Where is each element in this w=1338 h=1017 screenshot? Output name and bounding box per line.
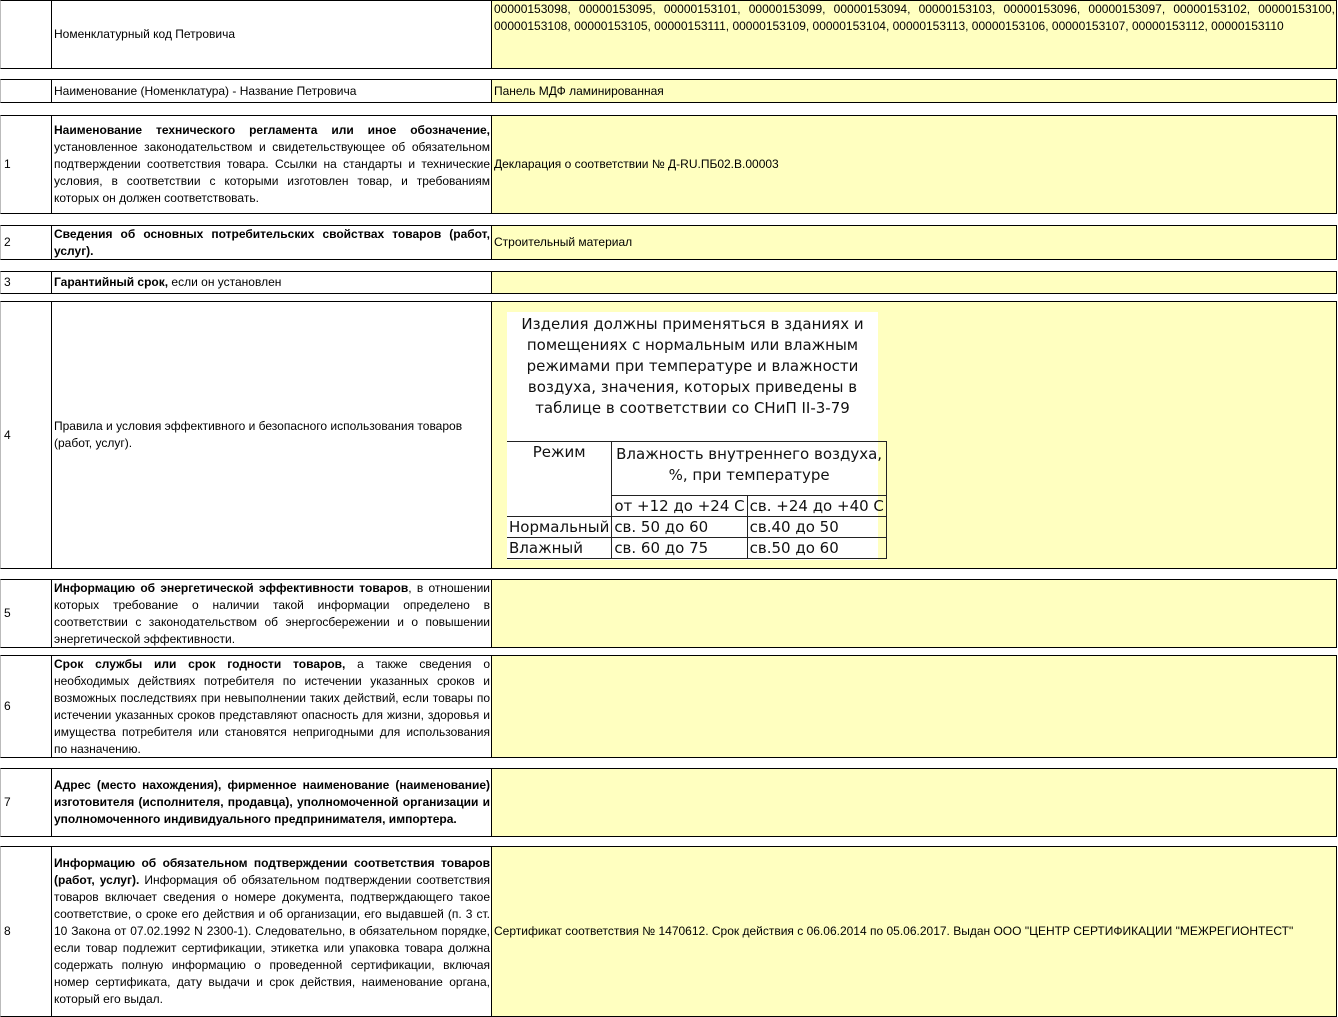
row-label: Гарантийный срок, если он установлен [54,274,490,291]
row-label: Срок службы или срок годности товаров, а… [54,656,490,757]
row-value-cell[interactable]: Декларация о соответствии № Д-RU.ПБ02.В.… [491,115,1337,214]
row-value-cell[interactable] [491,271,1337,294]
mode-cell: Нормальный [507,516,613,538]
row-6-service-life: 6 Срок службы или срок годности товаров,… [0,655,1338,758]
row-label-cell[interactable]: Наименование технического регламента или… [51,115,492,214]
row-label-cell[interactable]: Информацию об обязательном подтверждении… [51,846,492,1017]
row-number-cell: 2 [0,225,52,260]
image-heading-line: помещениях с нормальным или влажным [526,336,859,354]
row-value: Панель МДФ ламинированная [494,83,664,98]
row-value-cell[interactable] [491,655,1337,758]
row-label-bold: Срок службы или срок годности товаров, [54,656,346,671]
row-label: Сведения об основных потребительских сво… [54,226,490,259]
humidity-conditions-image: Изделия должны применяться в зданиях и п… [507,312,887,560]
row-number-cell [0,79,52,103]
row-number: 3 [4,275,11,289]
row-number-cell: 7 [0,768,52,837]
row-number: 2 [4,235,11,249]
row-value-cell[interactable]: Сертификат соответствия № 1470612. Срок … [491,846,1337,1017]
row-5-energy-efficiency: 5 Информацию об энергетической эффективн… [0,579,1338,648]
row-label: Правила и условия эффективного и безопас… [54,419,463,450]
row-2-consumer-properties: 2 Сведения об основных потребительских с… [0,225,1338,260]
image-heading: Изделия должны применяться в зданиях и п… [507,314,878,419]
row-1-technical-regulation: 1 Наименование технического регламента и… [0,115,1338,214]
row-number: 7 [4,795,11,809]
header-temp-1: от +12 до +24 С [611,495,748,517]
image-heading-line: Изделия должны применяться в зданиях и [521,315,864,333]
value-cell: св.50 до 60 [746,537,887,559]
row-nomenclature-code: Номенклатурный код Петровича 00000153098… [0,0,1338,69]
row-label-cell[interactable]: Сведения об основных потребительских сво… [51,225,492,260]
row-label: Наименование технического регламента или… [54,122,490,207]
value-cell: св. 50 до 60 [611,516,748,538]
row-value-cell[interactable]: Панель МДФ ламинированная [491,79,1337,103]
row-number: 5 [4,606,11,620]
row-label-bold: Сведения об основных потребительских сво… [54,226,490,258]
header-temp-2: св. +24 до +40 С [746,495,887,517]
row-label-bold: Наименование технического регламента или… [54,123,490,137]
row-value-cell[interactable]: 00000153098, 00000153095, 00000153101, 0… [491,0,1337,69]
row-number-cell: 6 [0,655,52,758]
row-label-cell[interactable]: Срок службы или срок годности товаров, а… [51,655,492,758]
row-number-cell: 4 [0,301,52,569]
row-label-cell[interactable]: Гарантийный срок, если он установлен [51,271,492,294]
image-heading-line: воздуха, значения, которых приведены в [527,378,858,396]
row-label-bold: Информацию об энергетической эффективнос… [54,580,409,595]
humidity-table: Режим Влажность внутреннего воздуха, %, … [507,441,887,559]
image-heading-line: режимами при температуре и влажности [526,357,859,375]
row-value-cell[interactable]: Строительный материал [491,225,1337,260]
row-number-cell: 3 [0,271,52,294]
row-value: Строительный материал [494,235,633,249]
row-label-cell[interactable]: Правила и условия эффективного и безопас… [51,301,492,569]
row-label: Адрес (место нахождения), фирменное наим… [54,777,490,828]
row-label-rest: установленное законодательством и свидет… [54,140,490,205]
row-label: Информацию об энергетической эффективнос… [54,580,490,647]
row-number-cell: 5 [0,579,52,648]
row-number-cell: 8 [0,846,52,1017]
value-cell: св.40 до 50 [746,516,887,538]
row-3-warranty: 3 Гарантийный срок, если он установлен [0,271,1338,294]
row-label-rest: Информация об обязательном подтверждении… [54,873,490,1006]
row-number: 4 [4,427,11,442]
header-mode: Режим [507,441,613,517]
row-label-bold: Адрес (место нахождения), фирменное наим… [54,778,490,826]
row-8-certification: 8 Информацию об обязательном подтвержден… [0,846,1338,1017]
row-product-name: Наименование (Номенклатура) - Название П… [0,79,1338,103]
row-value: 00000153098, 00000153095, 00000153101, 0… [494,2,1335,33]
row-7-manufacturer-address: 7 Адрес (место нахождения), фирменное на… [0,768,1338,837]
image-heading-line: таблице в соответствии со СНиП II-3-79 [535,399,850,417]
header-humidity: Влажность внутреннего воздуха, %, при те… [611,441,887,496]
row-label-cell[interactable]: Наименование (Номенклатура) - Название П… [51,79,492,103]
row-label-cell[interactable]: Номенклатурный код Петровича [51,0,492,69]
row-value-cell[interactable] [491,579,1337,648]
value-cell: св. 60 до 75 [611,537,748,559]
row-label-cell[interactable]: Адрес (место нахождения), фирменное наим… [51,768,492,837]
row-value-cell[interactable] [491,768,1337,837]
row-number: 6 [4,699,11,713]
row-label-cell[interactable]: Информацию об энергетической эффективнос… [51,579,492,648]
row-value: Декларация о соответствии № Д-RU.ПБ02.В.… [494,157,779,171]
row-number-cell: 1 [0,115,52,214]
row-number-cell [0,0,52,69]
row-value: Сертификат соответствия № 1470612. Срок … [494,924,1294,938]
row-label-bold: Гарантийный срок, [54,275,169,289]
row-label: Информацию об обязательном подтверждении… [54,855,490,1008]
table-row: Нормальный св. 50 до 60 св.40 до 50 [507,516,887,538]
row-number: 8 [4,924,11,938]
row-number: 1 [4,157,11,171]
row-label-rest: если он установлен [168,275,282,289]
mode-cell: Влажный [507,537,613,559]
row-label: Номенклатурный код Петровича [54,27,236,41]
table-row: Влажный св. 60 до 75 св.50 до 60 [507,537,887,559]
row-label-rest: а также сведения о необходимых действиях… [54,656,490,756]
row-label: Наименование (Номенклатура) - Название П… [54,83,357,98]
